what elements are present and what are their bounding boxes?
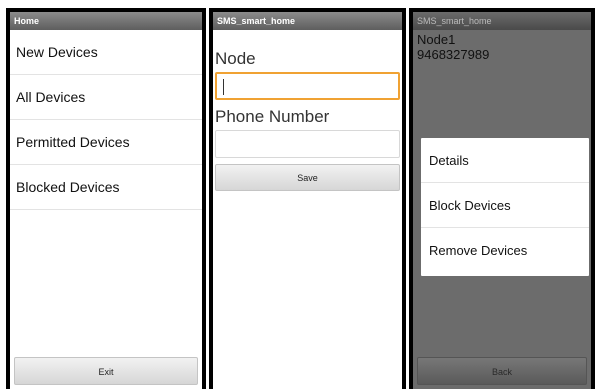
device-detail-content: Node1 9468327989 Details Block Devices R… (413, 30, 591, 389)
save-button[interactable]: Save (215, 164, 400, 191)
menu-item-label: Permitted Devices (16, 134, 130, 150)
node-name[interactable]: Node1 (413, 30, 591, 47)
dialog-item-block-devices[interactable]: Block Devices (421, 183, 589, 228)
dialog-item-remove-devices[interactable]: Remove Devices (421, 228, 589, 273)
device-detail-screen: SMS_smart_home Node1 9468327989 Details … (409, 8, 595, 389)
phone-number-label: Phone Number (215, 107, 330, 126)
menu-item-new-devices[interactable]: New Devices (10, 30, 202, 75)
add-node-content: Node Phone Number Save (213, 30, 402, 389)
node-label: Node (215, 49, 256, 68)
node-phone: 9468327989 (417, 47, 490, 62)
home-content: New Devices All Devices Permitted Device… (10, 30, 202, 389)
dialog-item-label: Block Devices (429, 198, 511, 213)
menu-item-label: New Devices (16, 44, 98, 60)
menu-item-blocked-devices[interactable]: Blocked Devices (10, 165, 202, 210)
home-title-bar: Home (10, 12, 202, 30)
save-button-label: Save (297, 173, 318, 183)
menu-item-label: Blocked Devices (16, 179, 120, 195)
dialog-item-label: Remove Devices (429, 243, 528, 258)
add-node-title-bar: SMS_smart_home (213, 12, 402, 30)
add-node-title: SMS_smart_home (217, 16, 296, 26)
node-input[interactable] (215, 72, 400, 100)
back-button[interactable]: Back (417, 357, 587, 385)
menu-item-permitted-devices[interactable]: Permitted Devices (10, 120, 202, 165)
exit-button[interactable]: Exit (14, 357, 198, 385)
home-title: Home (14, 16, 40, 26)
add-node-screen: SMS_smart_home Node Phone Number Save (209, 8, 406, 389)
dialog-item-details[interactable]: Details (421, 138, 589, 183)
menu-item-all-devices[interactable]: All Devices (10, 75, 202, 120)
home-screen: Home New Devices All Devices Permitted D… (6, 8, 206, 389)
back-button-label: Back (491, 367, 512, 377)
menu-item-label: All Devices (16, 89, 86, 105)
phone-number-input[interactable] (215, 130, 400, 158)
device-detail-title: SMS_smart_home (417, 16, 492, 26)
exit-button-label: Exit (98, 367, 114, 377)
text-caret (223, 79, 224, 95)
dialog-item-label: Details (429, 153, 469, 168)
device-detail-title-bar: SMS_smart_home (413, 12, 591, 30)
device-options-dialog: Details Block Devices Remove Devices (421, 138, 589, 276)
